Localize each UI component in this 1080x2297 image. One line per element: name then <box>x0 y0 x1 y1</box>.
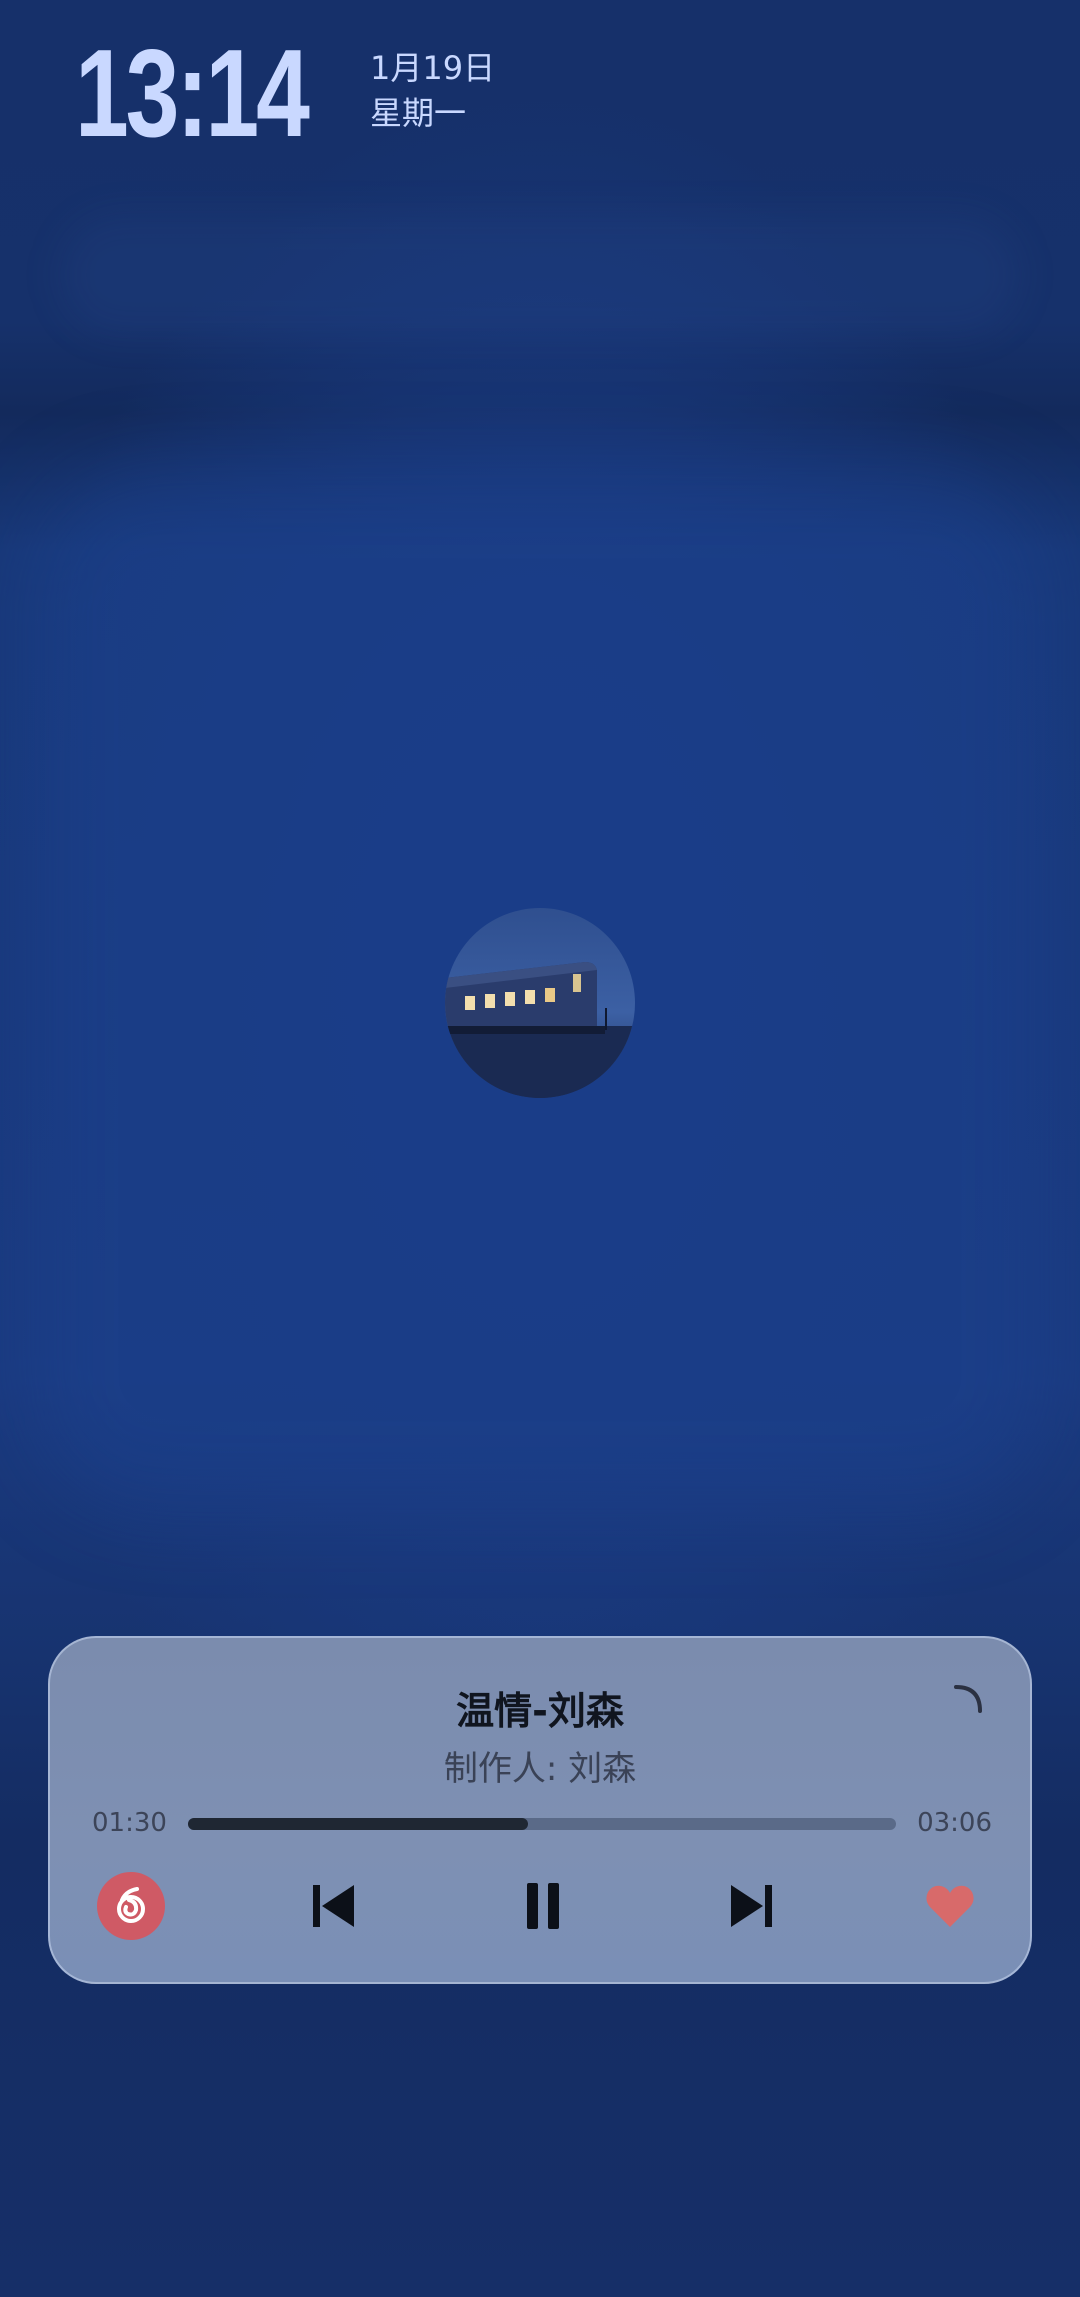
song-artist: 制作人: 刘森 <box>443 1749 637 1789</box>
skip-next-icon[interactable] <box>711 1866 791 1946</box>
progress-fill <box>188 1818 528 1830</box>
album-art[interactable] <box>445 908 635 1098</box>
media-player-card: 温情-刘森 制作人: 刘森 01:30 03:06 <box>48 1636 1032 1984</box>
netease-music-icon[interactable] <box>91 1866 171 1946</box>
total-duration: 03:06 <box>917 1808 992 1838</box>
heart-icon[interactable] <box>910 1866 990 1946</box>
notification-area <box>60 215 1020 335</box>
app-badge <box>97 1872 165 1940</box>
collapse-corner-icon[interactable] <box>954 1684 984 1714</box>
weekday-text: 星期一 <box>370 94 467 132</box>
pause-icon[interactable] <box>503 1866 583 1946</box>
skip-previous-icon[interactable] <box>294 1866 374 1946</box>
train-artwork <box>445 908 635 1098</box>
progress-bar[interactable] <box>188 1818 896 1830</box>
date-block: 1月19日 星期一 <box>370 46 495 136</box>
lockscreen-clock: 13:14 <box>75 25 310 163</box>
date-text: 1月19日 <box>370 49 496 87</box>
song-title: 温情-刘森 <box>456 1689 624 1733</box>
elapsed-time: 01:30 <box>92 1808 167 1838</box>
